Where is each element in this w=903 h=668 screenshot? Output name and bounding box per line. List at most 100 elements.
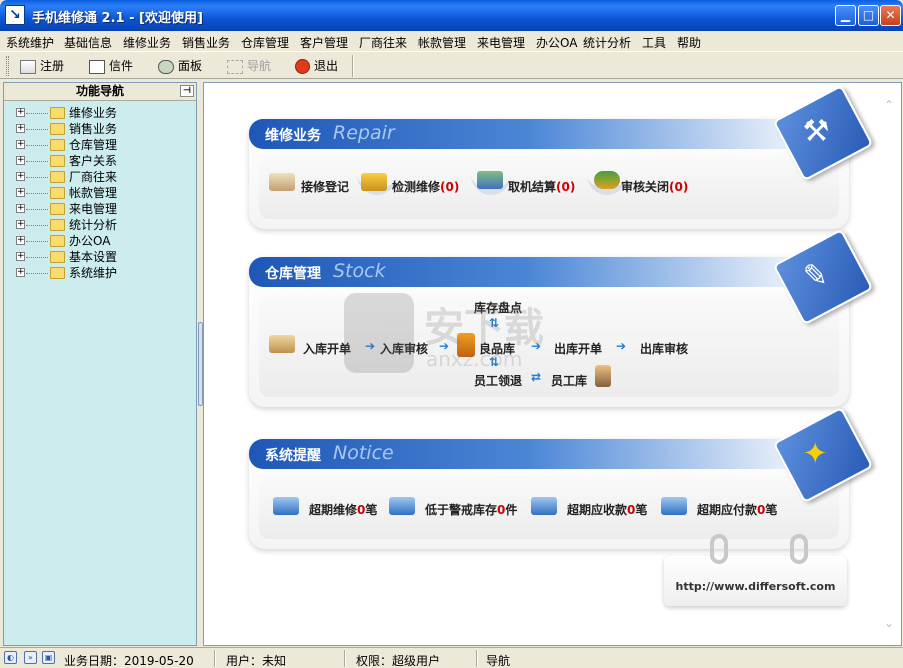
register-button[interactable]: 注册: [20, 57, 64, 75]
menu-system[interactable]: 系统维护: [6, 34, 54, 51]
menu-repair[interactable]: 维修业务: [123, 34, 171, 51]
navigate-button[interactable]: 导航: [227, 57, 271, 75]
menu-warehouse[interactable]: 仓库管理: [241, 34, 289, 51]
minimize-button[interactable]: ▁: [835, 5, 856, 26]
close-button[interactable]: ✕: [880, 5, 901, 26]
menu-office[interactable]: 办公OA: [536, 34, 577, 51]
nav-panel: 功能导航 ⊣ + 维修业务 + 销售业务 + 仓库管理 + 客户关系 + 厂商往来 + 帐款…: [3, 82, 197, 646]
overdue-receivable-link[interactable]: 超期应收款0笔: [567, 501, 647, 518]
app-icon[interactable]: ↘: [5, 5, 25, 25]
scroll-down-icon[interactable]: ⌄: [883, 617, 895, 629]
panel-icon: [158, 59, 174, 74]
expand-icon[interactable]: +: [16, 204, 25, 213]
current-user: 用户：未知: [226, 654, 287, 668]
watermark-bag-icon: [344, 293, 414, 373]
scroll-up-icon[interactable]: ⌃: [883, 99, 895, 111]
folder-icon: [50, 171, 65, 183]
expand-icon[interactable]: +: [16, 124, 25, 133]
folder-icon: [50, 219, 65, 231]
arrow-right-icon: ➔: [616, 339, 627, 353]
folder-icon: [50, 267, 65, 279]
maximize-button[interactable]: □: [858, 5, 879, 26]
repair-checkout-link[interactable]: 取机结算(0): [508, 178, 575, 195]
window-title: 手机维修通 2.1 - [欢迎使用]: [32, 11, 203, 26]
exit-icon: [295, 59, 310, 74]
status-bar: ◐ » ▣ 业务日期：2019-05-20 用户：未知 权限：超级用户 导航: [0, 647, 903, 668]
expand-icon[interactable]: +: [16, 108, 25, 117]
repair-register-link[interactable]: 接修登记: [301, 178, 349, 195]
overdue-repair-link[interactable]: 超期维修0笔: [309, 501, 377, 518]
website-tag[interactable]: http://www.differsoft.com: [664, 534, 847, 606]
repair-card: 维修业务 Repair ⚒ 接修登记 检测维修(0) 取机结算(0) 审核关闭(…: [249, 84, 874, 229]
title-bar: ↘ 手机维修通 2.1 - [欢迎使用] ▁ □ ✕: [0, 0, 903, 31]
main-panel: ⌃ ⌄ 维修业务 Repair ⚒ 接修登记 检测维修(0) 取机结算(0) 审…: [203, 82, 902, 646]
notice-card-header: 系统提醒 Notice: [249, 439, 809, 469]
website-url: http://www.differsoft.com: [675, 580, 836, 593]
menu-customer[interactable]: 客户管理: [300, 34, 348, 51]
expand-icon[interactable]: +: [16, 268, 25, 277]
payable-icon: [661, 497, 687, 515]
status-icon-3[interactable]: ▣: [42, 651, 55, 664]
menu-tools[interactable]: 工具: [642, 34, 666, 51]
repair-inspect-link[interactable]: 检测维修(0): [392, 178, 459, 195]
staff-icon: [595, 365, 611, 387]
folder-icon: [50, 235, 65, 247]
low-stock-icon: [389, 497, 415, 515]
folder-icon: [50, 155, 65, 167]
audit-close-icon: [594, 171, 620, 189]
expand-icon[interactable]: +: [16, 140, 25, 149]
mail-icon: [89, 59, 105, 74]
inspect-icon: [361, 173, 387, 191]
menu-vendor[interactable]: 厂商往来: [359, 34, 407, 51]
nav-panel-title: 功能导航: [75, 84, 124, 98]
inbound-icon: [269, 335, 295, 353]
panel-button[interactable]: 面板: [158, 57, 202, 75]
register-repair-icon: [269, 173, 295, 191]
menu-bar: 系统维护 基础信息 维修业务 销售业务 仓库管理 客户管理 厂商往来 帐款管理 …: [0, 31, 903, 51]
menu-sales[interactable]: 销售业务: [182, 34, 230, 51]
checkout-icon: [477, 171, 503, 189]
expand-icon[interactable]: +: [16, 252, 25, 261]
expand-icon[interactable]: +: [16, 236, 25, 245]
status-mode: 导航: [486, 654, 511, 668]
outbound-review-link[interactable]: 出库审核: [640, 340, 688, 357]
nav-panel-header: 功能导航 ⊣: [4, 83, 196, 101]
stock-card-header: 仓库管理 Stock: [249, 257, 809, 287]
status-icon-2[interactable]: »: [24, 651, 37, 664]
expand-icon[interactable]: +: [16, 156, 25, 165]
folder-icon: [50, 139, 65, 151]
ring-icon: [710, 534, 728, 564]
folder-icon: [50, 251, 65, 263]
menu-statistics[interactable]: 统计分析: [583, 34, 631, 51]
repair-audit-link[interactable]: 审核关闭(0): [621, 178, 688, 195]
folder-icon: [50, 107, 65, 119]
folder-icon: [50, 123, 65, 135]
permission: 权限：超级用户: [356, 654, 441, 668]
overdue-repair-icon: [273, 497, 299, 515]
overdue-payable-link[interactable]: 超期应付款0笔: [697, 501, 777, 518]
expand-icon[interactable]: +: [16, 172, 25, 181]
menu-help[interactable]: 帮助: [677, 34, 701, 51]
expand-icon[interactable]: +: [16, 188, 25, 197]
menu-calls[interactable]: 来电管理: [477, 34, 525, 51]
menu-accounts[interactable]: 帐款管理: [418, 34, 466, 51]
folder-icon: [50, 203, 65, 215]
notice-card: 系统提醒 Notice ✦ 超期维修0笔 低于警戒库存0件 超期应收款0笔 超期…: [249, 406, 874, 549]
pin-icon[interactable]: ⊣: [180, 85, 194, 97]
exit-button[interactable]: 退出: [295, 57, 338, 75]
low-stock-link[interactable]: 低于警戒库存0件: [425, 501, 517, 518]
register-icon: [20, 59, 36, 74]
status-icon-1[interactable]: ◐: [4, 651, 17, 664]
expand-icon[interactable]: +: [16, 220, 25, 229]
toolbar-grip[interactable]: [6, 56, 9, 76]
mail-button[interactable]: 信件: [89, 57, 133, 75]
repair-card-header: 维修业务 Repair: [249, 119, 809, 149]
toolbar-separator: [352, 55, 354, 77]
folder-icon: [50, 187, 65, 199]
navigate-icon: [227, 59, 243, 74]
menu-basic-info[interactable]: 基础信息: [64, 34, 112, 51]
business-date: 业务日期：2019-05-20: [64, 654, 194, 668]
toolbar: 注册 信件 面板 导航 退出: [0, 51, 903, 79]
watermark: 安下载 anxz.com: [344, 293, 584, 383]
ring-icon: [790, 534, 808, 564]
